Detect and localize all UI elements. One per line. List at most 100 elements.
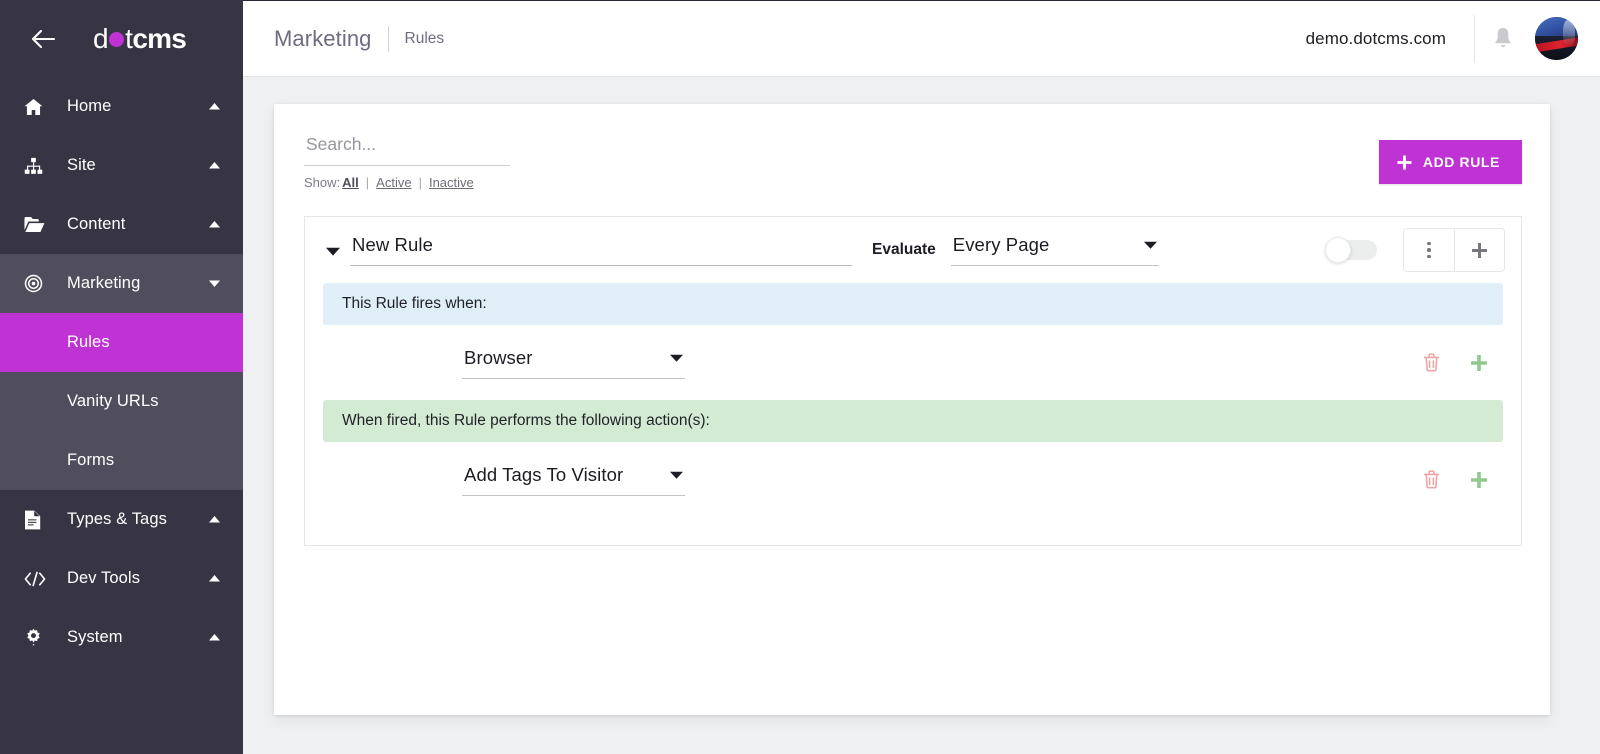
plus-icon [1397,155,1412,170]
sidebar-item-label: Home [67,97,112,115]
condition-row: Browser [305,325,1521,400]
app-root: d t cms Home Site Content Marketing Rule… [0,0,1600,754]
document-icon [24,510,50,530]
condition-type-select[interactable]: Browser [462,347,685,379]
evaluate-block: Evaluate Every Page [872,234,1159,266]
chevron-up-icon[interactable] [207,516,221,523]
breadcrumb-page: Rules [404,29,445,47]
sidebar-subitem-label: Rules [67,333,110,351]
sidebar-item-vanity-urls[interactable]: Vanity URLs [0,372,243,431]
sidebar-item-label: Dev Tools [67,569,141,587]
add-rule-button[interactable]: ADD RULE [1378,140,1522,184]
evaluate-select[interactable]: Every Page [950,234,1159,266]
chevron-up-icon[interactable] [207,162,221,169]
condition-selected-value: Browser [464,346,533,368]
triangle-down-icon [648,471,683,479]
sidebar: d t cms Home Site Content Marketing Rule… [0,0,243,754]
breadcrumb-divider [387,25,389,52]
dotcms-logo[interactable]: d t cms [60,22,225,54]
chevron-down-icon[interactable] [207,280,221,287]
kebab-dot [1427,248,1431,252]
user-avatar[interactable] [1535,17,1578,60]
filter-separator: | [365,175,370,190]
sidebar-item-system[interactable]: System [0,608,243,667]
back-arrow-icon[interactable] [26,22,60,56]
then-banner: When fired, this Rule performs the follo… [323,400,1503,442]
sidebar-item-home[interactable]: Home [0,77,243,136]
triangle-down-icon[interactable] [321,245,345,256]
main-area: Marketing Rules demo.dotcms.com Search..… [243,0,1600,754]
rule-header-row: Evaluate Every Page [305,217,1521,283]
chevron-up-icon[interactable] [207,634,221,641]
add-action-plus-icon[interactable] [1455,458,1503,502]
sidebar-item-content[interactable]: Content [0,195,243,254]
site-selector-label[interactable]: demo.dotcms.com [1306,29,1474,49]
sidebar-item-marketing[interactable]: Marketing [0,254,243,313]
sidebar-item-site[interactable]: Site [0,136,243,195]
sidebar-item-types-and-tags[interactable]: Types & Tags [0,490,243,549]
delete-condition-trash-icon[interactable] [1407,341,1455,385]
add-condition-plus-icon[interactable] [1455,341,1503,385]
sidebar-item-dev-tools[interactable]: Dev Tools [0,549,243,608]
toggle-knob [1325,237,1351,263]
rules-panel: Show: All | Active | Inactive [274,104,1550,715]
triangle-down-icon [1122,241,1157,249]
home-icon [24,98,50,116]
rule-actions-group [1403,228,1505,272]
evaluate-label: Evaluate [872,241,936,258]
breadcrumb-section[interactable]: Marketing [274,26,372,52]
filter-label: Show: [304,175,341,190]
breadcrumb: Marketing Rules [274,25,445,52]
sidebar-item-label: Marketing [67,274,141,292]
add-rule-label: ADD RULE [1422,154,1500,170]
sidebar-submenu-marketing: Rules Vanity URLs Forms [0,313,243,490]
notifications-bell-icon[interactable] [1475,16,1531,62]
sidebar-item-label: Content [67,215,126,233]
evaluate-selected-value: Every Page [952,234,1050,255]
kebab-menu-icon[interactable] [1404,229,1454,271]
rules-toolbar: Show: All | Active | Inactive [304,134,1522,190]
sidebar-subitem-label: Forms [67,451,115,469]
sidebar-nav: Home Site Content Marketing Rules Vanity… [0,77,243,754]
filter-inactive[interactable]: Inactive [427,175,476,190]
when-banner: This Rule fires when: [323,283,1503,325]
search-block: Show: All | Active | Inactive [304,134,510,190]
top-bar: Marketing Rules demo.dotcms.com [243,0,1600,77]
sidebar-group-marketing: Marketing Rules Vanity URLs Forms [0,254,243,490]
avatar-layer-highlight [1563,19,1575,47]
add-condition-group-plus-icon[interactable] [1454,229,1504,271]
logo-text-d: d [92,22,109,54]
sidebar-subitem-label: Vanity URLs [67,392,159,410]
filter-active[interactable]: Active [374,175,413,190]
action-type-select[interactable]: Add Tags To Visitor [462,464,685,496]
filter-all[interactable]: All [340,175,361,190]
sidebar-item-label: System [67,628,123,646]
filter-row: Show: All | Active | Inactive [304,166,510,190]
triangle-down-icon [648,354,683,362]
rule-name-input[interactable] [350,234,852,266]
logo-text-cms: cms [132,22,186,54]
delete-action-trash-icon[interactable] [1407,458,1455,502]
rule-name-field [350,234,852,266]
chevron-up-icon[interactable] [207,103,221,110]
sidebar-item-forms[interactable]: Forms [0,431,243,490]
sitemap-icon [24,157,50,175]
kebab-dots [1427,241,1431,259]
purple-dot-icon [109,31,125,47]
action-selected-value: Add Tags To Visitor [464,463,624,485]
chevron-up-icon[interactable] [207,221,221,228]
chevron-up-icon[interactable] [207,575,221,582]
sidebar-item-rules[interactable]: Rules [0,313,243,372]
folder-open-icon [24,216,50,233]
then-banner-text: When fired, this Rule performs the follo… [342,412,710,429]
search-input[interactable] [304,134,510,166]
target-icon [24,274,50,293]
sidebar-item-label: Site [67,156,96,174]
filter-separator: | [418,175,422,190]
content-wrapper: Show: All | Active | Inactive [243,77,1600,754]
sidebar-item-label: Types & Tags [67,510,167,528]
code-icon [24,571,50,587]
kebab-dot [1427,241,1431,246]
rule-enabled-toggle[interactable] [1325,237,1377,263]
action-row: Add Tags To Visitor [305,442,1521,517]
